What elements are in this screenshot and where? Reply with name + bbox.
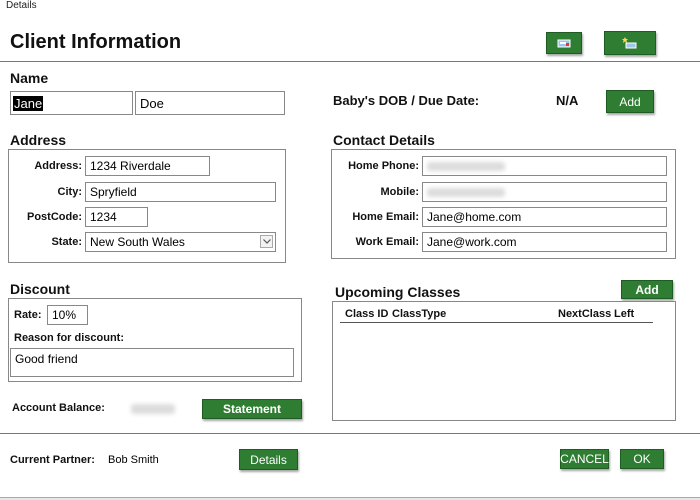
work-email-value: Jane@work.com [427, 235, 517, 249]
new-button[interactable] [604, 31, 656, 55]
home-phone-input[interactable] [422, 156, 667, 176]
address-label: Address: [34, 160, 82, 172]
column-next-class[interactable]: NextClass [558, 308, 611, 320]
state-value: New South Wales [90, 235, 185, 249]
mobile-input[interactable] [422, 182, 667, 202]
address-input[interactable]: 1234 Riverdale [85, 156, 210, 176]
baby-dob-value: N/A [556, 93, 579, 108]
work-email-label: Work Email: [355, 236, 419, 248]
rate-input[interactable]: 10% [47, 305, 88, 325]
home-email-label: Home Email: [352, 211, 419, 223]
discount-heading: Discount [10, 281, 70, 297]
mobile-redacted [427, 187, 505, 197]
home-phone-redacted [427, 161, 505, 171]
save-button[interactable] [546, 32, 582, 54]
new-icon [622, 37, 637, 49]
name-heading: Name [10, 70, 49, 86]
first-name-value: Jane [13, 95, 44, 111]
current-partner-label: Current Partner: [10, 454, 95, 466]
classes-heading: Upcoming Classes [335, 284, 461, 300]
column-left[interactable]: Left [614, 308, 634, 320]
home-email-value: Jane@home.com [427, 210, 522, 224]
column-class-id[interactable]: Class ID [345, 308, 388, 320]
add-baby-dob-button[interactable]: Add [606, 90, 654, 113]
chevron-down-icon[interactable] [260, 235, 273, 248]
last-name-value: Doe [140, 95, 164, 111]
footer-divider [0, 433, 700, 434]
classes-header-rule [340, 322, 653, 323]
rate-value: 10% [52, 308, 77, 322]
header-divider [0, 61, 700, 62]
rate-label: Rate: [14, 309, 42, 321]
column-class-type[interactable]: ClassType [392, 308, 446, 320]
add-class-button[interactable]: Add [621, 280, 673, 299]
partner-details-button[interactable]: Details [239, 449, 298, 470]
work-email-input[interactable]: Jane@work.com [422, 232, 667, 252]
reason-value: Good friend [15, 352, 78, 366]
home-phone-label: Home Phone: [348, 160, 419, 172]
home-email-input[interactable]: Jane@home.com [422, 207, 667, 227]
address-heading: Address [10, 132, 67, 148]
reason-input[interactable]: Good friend [10, 348, 294, 377]
account-balance-label: Account Balance: [12, 402, 105, 414]
postcode-label: PostCode: [27, 211, 82, 223]
last-name-field[interactable]: Doe [135, 91, 285, 115]
address-value: 1234 Riverdale [90, 159, 171, 173]
state-label: State: [51, 236, 82, 248]
city-label: City: [57, 186, 82, 198]
contact-heading: Contact Details [333, 132, 435, 148]
page-title: Client Information [10, 31, 182, 53]
account-balance-redacted [131, 404, 175, 414]
ok-button[interactable]: OK [620, 449, 664, 469]
postcode-input[interactable]: 1234 [85, 207, 148, 227]
city-input[interactable]: Spryfield [85, 182, 276, 202]
postcode-value: 1234 [90, 210, 117, 224]
baby-dob-label: Baby's DOB / Due Date: [333, 93, 480, 108]
window-title: Details [6, 0, 37, 11]
statement-button[interactable]: Statement [202, 399, 302, 419]
mobile-label: Mobile: [380, 186, 420, 198]
save-icon [557, 39, 571, 48]
cancel-button[interactable]: CANCEL [560, 449, 609, 469]
first-name-field[interactable]: Jane [10, 91, 133, 115]
reason-label: Reason for discount: [14, 332, 125, 344]
city-value: Spryfield [90, 185, 137, 199]
current-partner-value: Bob Smith [108, 454, 159, 466]
state-select[interactable]: New South Wales [85, 232, 276, 252]
